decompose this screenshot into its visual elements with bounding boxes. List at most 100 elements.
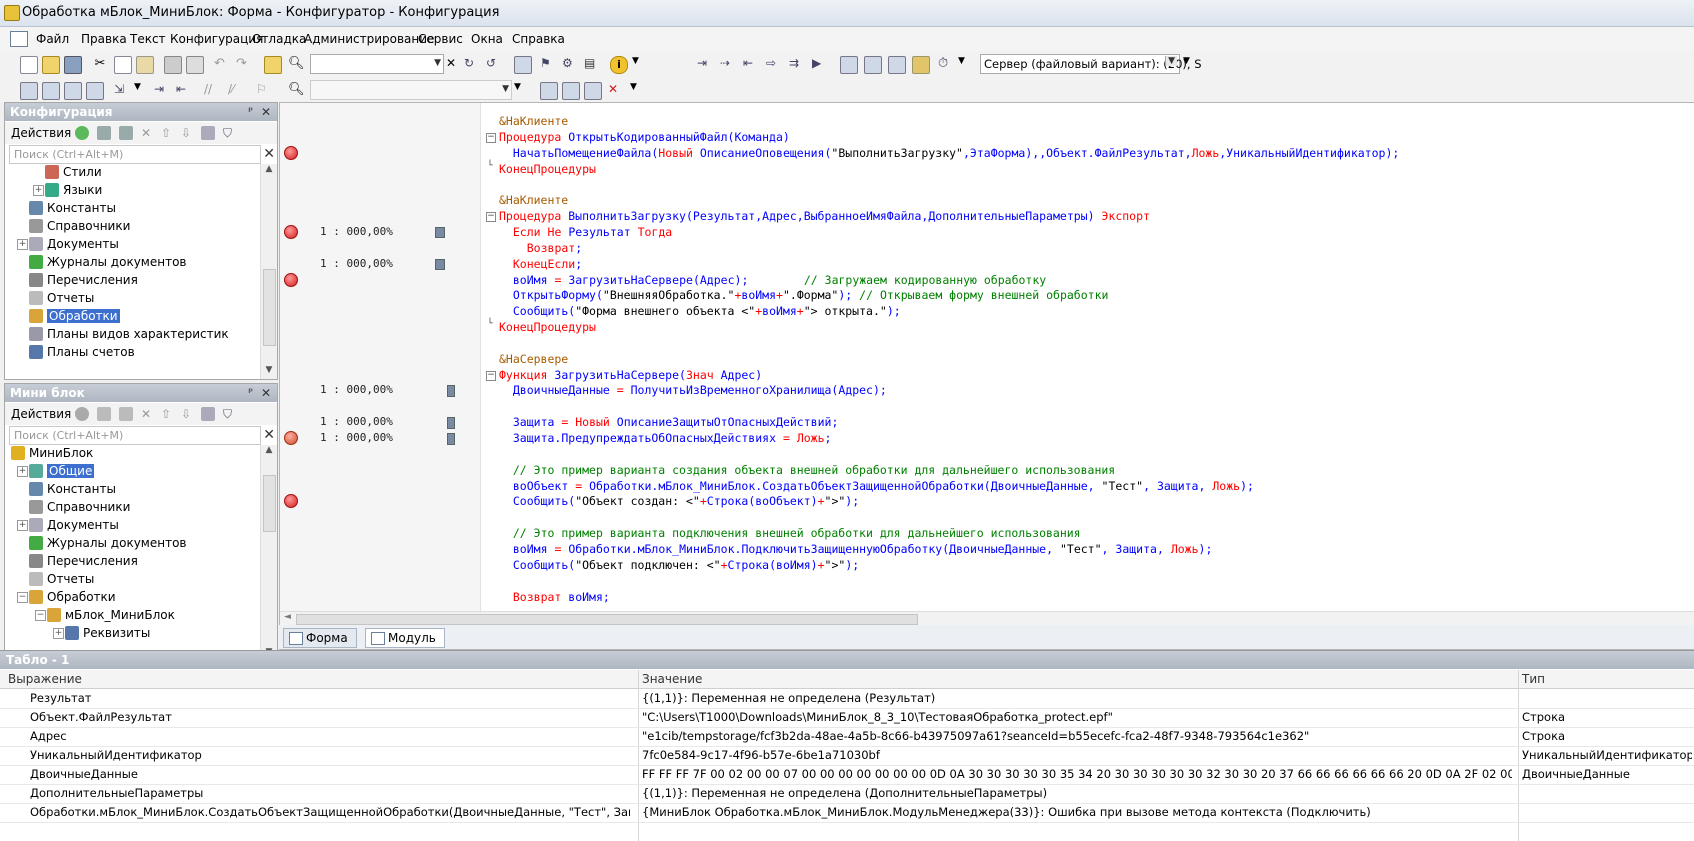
table-row[interactable]: Обработки.мБлок_МиниБлок.СоздатьОбъектЗа…	[0, 803, 1694, 823]
tab-form[interactable]: Форма	[283, 628, 357, 648]
paste-icon[interactable]	[136, 56, 154, 74]
call-stack-icon[interactable]	[912, 56, 930, 74]
tab-module[interactable]: Модуль	[365, 628, 445, 648]
filter-icon[interactable]: ⛉	[223, 126, 237, 140]
code-line[interactable]: Сообщить("Форма внешнего объекта <"+воИм…	[499, 303, 901, 319]
copy-item-icon[interactable]	[119, 407, 133, 421]
code-line[interactable]: Функция ЗагрузитьНаСервере(Знач Адрес)	[499, 367, 762, 383]
fold-icon[interactable]: −	[486, 212, 496, 223]
scroll-up-icon[interactable]: ▲	[261, 445, 277, 459]
code-editor[interactable]: 1 : 000,00% 1 : 000,00% 1 : 000,00% 1 : 000…	[279, 102, 1694, 626]
code-area[interactable]: &НаКлиенте Процедура ОткрытьКодированныйФ…	[483, 103, 1694, 611]
bookmark-icon[interactable]: ⚐	[256, 82, 272, 98]
code-line[interactable]: // Это пример варианта создания объекта …	[499, 462, 1115, 478]
debug-step-out-icon[interactable]: ⇤	[743, 56, 759, 72]
delete-icon[interactable]: ✕	[141, 407, 155, 421]
server-combo[interactable]: Сервер (файловый вариант): (20), S ▼	[980, 54, 1202, 74]
code-line[interactable]: Возврат воИмя;	[499, 589, 610, 605]
column-type[interactable]: Тип	[1522, 672, 1545, 686]
table-row[interactable]: ДополнительныеПараметры {(1,1)}: Переменн…	[0, 784, 1694, 804]
code-line[interactable]: воИмя = Обработки.мБлок_МиниБлок.Подключ…	[499, 541, 1213, 557]
chevron-down-icon[interactable]: ▼	[134, 82, 150, 98]
menu-administration[interactable]: Администрирование	[304, 32, 434, 46]
expand-icon[interactable]: +	[17, 520, 28, 531]
collapse-icon[interactable]: −	[17, 592, 28, 603]
breakpoints-list-icon[interactable]	[840, 56, 858, 74]
scroll-thumb[interactable]	[296, 614, 918, 625]
config-tree-item[interactable]: + Языки	[5, 182, 261, 200]
config-tree-item[interactable]: + Документы	[5, 236, 261, 254]
mini-search-input[interactable]: Поиск (Ctrl+Alt+M)	[9, 426, 261, 445]
table-row[interactable]: ДвоичныеДанные FF FF FF 7F 00 02 00 00 07…	[0, 765, 1694, 785]
mini-tree-item[interactable]: Перечисления	[5, 553, 261, 571]
config-tree-item[interactable]: Стили	[5, 164, 261, 182]
toggle-breakpoint-icon[interactable]	[540, 82, 558, 100]
chevron-down-icon[interactable]: ▼	[632, 56, 648, 72]
code-line[interactable]: воОбъект = Обработки.мБлок_МиниБлок.Созд…	[499, 478, 1254, 494]
indent-icon[interactable]: ⇥	[154, 82, 170, 98]
delete-icon[interactable]: ✕	[141, 126, 155, 140]
expand-icon[interactable]: +	[33, 185, 44, 196]
form-icon[interactable]	[42, 82, 60, 100]
code-line[interactable]: &НаКлиенте	[499, 192, 568, 208]
watch-icon[interactable]	[864, 56, 882, 74]
menu-edit[interactable]: Правка	[81, 32, 127, 46]
print-icon[interactable]	[164, 56, 182, 74]
save-icon[interactable]	[64, 56, 82, 74]
config-tree-item[interactable]: Перечисления	[5, 272, 261, 290]
module-icon[interactable]	[20, 82, 38, 100]
code-line[interactable]: Защита = Новый ОписаниеЗащитыОтОпасныхДе…	[499, 414, 839, 430]
menu-text[interactable]: Текст	[130, 32, 166, 46]
mini-tree-item[interactable]: + Документы	[5, 517, 261, 535]
copy-item-icon[interactable]	[119, 126, 133, 140]
print-preview-icon[interactable]	[186, 56, 204, 74]
help-topics-icon[interactable]: ⚙	[562, 56, 578, 72]
code-line[interactable]: ОткрытьФорму("ВнешняяОбработка."+воИмя+"…	[499, 287, 1109, 303]
config-tree-scrollbar[interactable]: ▲ ▼	[260, 164, 277, 379]
config-tree-item[interactable]: Справочники	[5, 218, 261, 236]
debug-current-line-icon[interactable]: ⇉	[789, 56, 805, 72]
syntax-assistant-icon[interactable]: ⚑	[540, 56, 556, 72]
chevron-down-icon[interactable]: ▼	[514, 82, 530, 98]
editor-hscrollbar[interactable]: ◄	[280, 611, 1694, 626]
config-tree-item[interactable]: Отчеты	[5, 290, 261, 308]
measurement-icon[interactable]: ⏱	[938, 56, 954, 72]
config-tree-item[interactable]: Планы видов характеристик	[5, 326, 261, 344]
debug-step-over-icon[interactable]: ⇢	[720, 56, 736, 72]
breakpoint-icon[interactable]	[284, 494, 298, 509]
move-down-icon[interactable]: ⇩	[181, 126, 195, 140]
pin-icon[interactable]: ᵖ	[248, 384, 253, 402]
mini-tree-item[interactable]: − мБлок_МиниБлок	[5, 607, 261, 625]
config-tree-item[interactable]: Обработки	[5, 308, 261, 326]
mini-tree-item[interactable]: Отчеты	[5, 571, 261, 589]
cut-icon[interactable]: ✂	[92, 56, 108, 72]
scroll-up-icon[interactable]: ▲	[261, 164, 277, 178]
db-icon[interactable]	[64, 82, 82, 100]
procedures-combo[interactable]: ▼	[310, 80, 512, 100]
menu-file[interactable]: Файл	[36, 32, 69, 46]
code-line[interactable]: Защита.ПредупреждатьОбОпасныхДействиях =…	[499, 430, 832, 446]
table-row[interactable]: Адрес "e1cib/tempstorage/fcf3b2da-48ae-4a…	[0, 727, 1694, 747]
tablo-icon[interactable]	[888, 56, 906, 74]
search-icon[interactable]: 🔍︎	[288, 82, 305, 98]
templates-icon[interactable]: ▤	[584, 56, 600, 72]
scroll-left-icon[interactable]: ◄	[284, 612, 291, 622]
column-value[interactable]: Значение	[642, 672, 702, 686]
code-line[interactable]: НачатьПомещениеФайла(Новый ОписаниеОпове…	[499, 145, 1399, 161]
undo-icon[interactable]: ↶	[214, 56, 230, 72]
info-icon[interactable]: i	[610, 56, 628, 74]
find-in-folder-icon[interactable]	[264, 56, 282, 74]
sort-icon[interactable]	[201, 126, 215, 140]
clear-search-icon[interactable]: ✕	[263, 427, 275, 443]
code-line[interactable]: &НаСервере	[499, 351, 568, 367]
code-line[interactable]: КонецПроцедуры	[499, 161, 596, 177]
edit-icon[interactable]	[97, 407, 111, 421]
config-search-input[interactable]: Поиск (Ctrl+Alt+M)	[9, 145, 261, 164]
mini-tree-item[interactable]: Справочники	[5, 499, 261, 517]
config-tree-item[interactable]: Журналы документов	[5, 254, 261, 272]
add-icon[interactable]	[75, 126, 89, 140]
edit-icon[interactable]	[97, 126, 111, 140]
menu-help[interactable]: Справка	[512, 32, 565, 46]
fold-icon[interactable]: −	[486, 370, 496, 381]
comment-icon[interactable]: //	[204, 82, 220, 98]
